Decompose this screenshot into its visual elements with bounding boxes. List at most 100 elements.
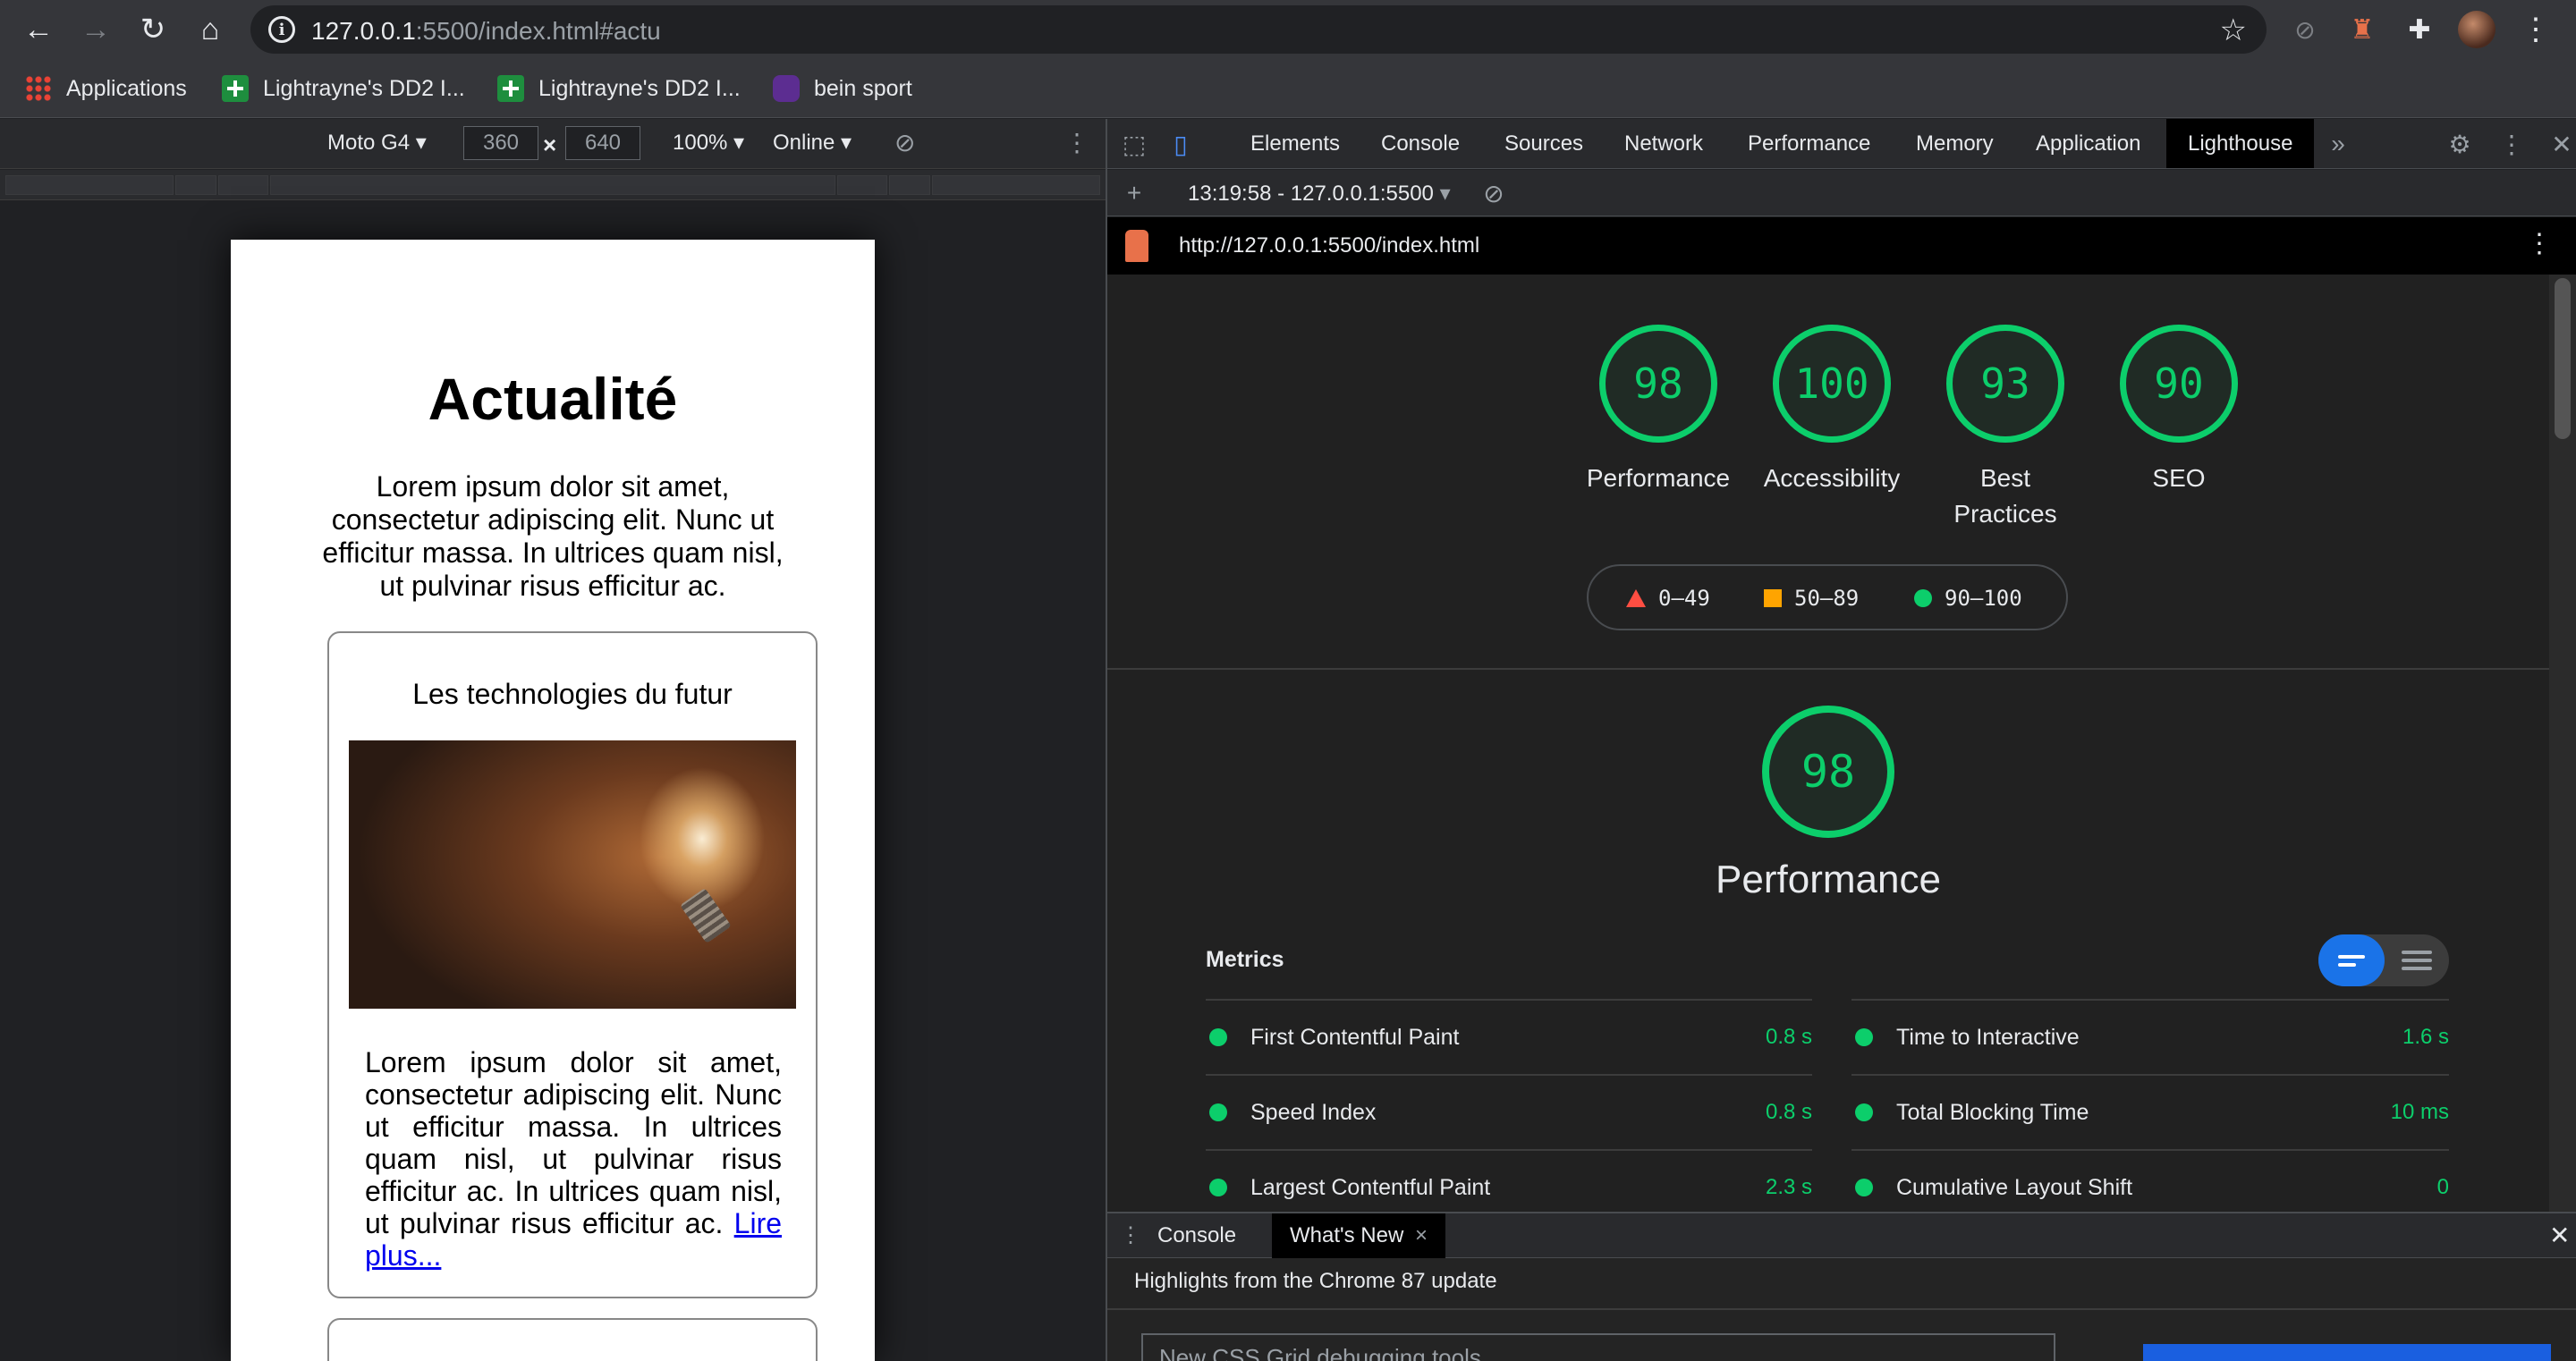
more-tabs-chevron-icon[interactable]: » <box>2322 128 2354 160</box>
score-performance[interactable]: 98 Performance <box>1569 325 1748 496</box>
pass-circle-icon <box>1914 589 1932 607</box>
extensions-puzzle-icon[interactable]: ✚ <box>2397 7 2442 52</box>
expanded-view-icon[interactable] <box>2385 934 2449 986</box>
tab-lighthouse[interactable]: Lighthouse <box>2166 119 2315 168</box>
report-url[interactable]: http://127.0.0.1:5500/index.html <box>1179 233 1479 258</box>
zoom-select[interactable]: 100% ▾ <box>673 130 744 156</box>
device-toolbar: Moto G4 ▾ 360 × 640 100% ▾ Online ▾ ⊘ ⋮ <box>0 119 1106 169</box>
metrics-left-column: First Contentful Paint 0.8 s Speed Index… <box>1206 999 1812 1212</box>
browser-toolbar: ← → ↻ ⌂ i 127.0.0.1:5500/index.html#actu… <box>0 0 2576 59</box>
close-drawer-icon[interactable]: ✕ <box>2531 1213 2576 1258</box>
close-tab-icon[interactable]: × <box>1415 1223 1428 1247</box>
pass-circle-icon <box>1209 1028 1227 1046</box>
bein-logo-icon <box>773 75 800 102</box>
extension-sync-icon[interactable]: ⊘ <box>2283 7 2327 52</box>
report-select[interactable]: 13:19:58 - 127.0.0.1:5500 ▾ <box>1188 181 1451 207</box>
lightbulb-image <box>349 740 796 1009</box>
tab-sources[interactable]: Sources <box>1483 119 1605 168</box>
profile-avatar[interactable] <box>2458 11 2496 48</box>
bulb-socket <box>680 887 732 944</box>
address-url[interactable]: 127.0.0.1:5500/index.html#actu <box>311 17 661 46</box>
network-throttle-select[interactable]: Online ▾ <box>773 130 852 156</box>
bookmark-applications[interactable]: Applications <box>25 72 187 106</box>
legend-pass: 90–100 <box>1914 586 2022 611</box>
tab-application[interactable]: Application <box>2014 119 2162 168</box>
metric-row: Total Blocking Time 10 ms <box>1852 1074 2449 1149</box>
page-title: Actualité <box>428 366 678 432</box>
score-best-practices[interactable]: 93 Best Practices <box>1916 325 2095 532</box>
device-more-icon[interactable]: ⋮ <box>1064 128 1089 157</box>
page-intro: Lorem ipsum dolor sit amet, consectetur … <box>322 470 784 602</box>
score-accessibility[interactable]: 100 Accessibility <box>1742 325 1921 496</box>
score-gauge: 98 <box>1599 325 1717 443</box>
legend-fail: 0–49 <box>1626 586 1710 611</box>
metric-row: Largest Contentful Paint 2.3 s <box>1206 1149 1812 1212</box>
report-menu-icon[interactable]: ⋮ <box>2526 228 2553 259</box>
device-toggle-icon[interactable]: ▯ <box>1165 128 1197 160</box>
tab-network[interactable]: Network <box>1603 119 1724 168</box>
forward-arrow-icon[interactable]: → <box>73 7 118 52</box>
score-gauge: 100 <box>1773 325 1891 443</box>
devtools-menu-icon[interactable]: ⋮ <box>2496 128 2528 160</box>
viewport-height-input[interactable]: 640 <box>565 126 640 160</box>
news-card-2 <box>327 1318 818 1361</box>
pass-circle-icon <box>1855 1028 1873 1046</box>
score-label: SEO <box>2152 464 2206 492</box>
site-info-icon[interactable]: i <box>268 16 295 43</box>
bookmark-bein-sport[interactable]: bein sport <box>773 72 912 106</box>
drawer-divider <box>1107 1308 2576 1310</box>
metric-row: First Contentful Paint 0.8 s <box>1206 999 1812 1074</box>
metric-row: Speed Index 0.8 s <box>1206 1074 1812 1149</box>
tab-performance[interactable]: Performance <box>1726 119 1892 168</box>
score-legend: 0–49 50–89 90–100 <box>1587 564 2068 630</box>
inspect-element-icon[interactable]: ⬚ <box>1118 128 1150 160</box>
rotate-icon[interactable]: ⊘ <box>894 128 915 157</box>
new-report-plus-icon[interactable]: + <box>1118 177 1150 209</box>
score-label: Accessibility <box>1763 464 1901 492</box>
reload-icon[interactable]: ↻ <box>131 7 175 52</box>
chrome-menu-icon[interactable]: ⋮ <box>2513 7 2558 52</box>
media-query-bar[interactable] <box>0 170 1106 200</box>
device-select[interactable]: Moto G4 ▾ <box>327 130 427 156</box>
back-arrow-icon[interactable]: ← <box>16 7 61 52</box>
whats-new-panel: Highlights from the Chrome 87 update New… <box>1107 1258 2576 1361</box>
legend-average: 50–89 <box>1764 586 1859 611</box>
drawer-tab-whats-new[interactable]: What's New × <box>1272 1213 1445 1258</box>
dimension-times: × <box>543 131 557 158</box>
tab-elements[interactable]: Elements <box>1229 119 1361 168</box>
bookmark-star-icon[interactable]: ☆ <box>2220 13 2247 48</box>
score-seo[interactable]: 90 SEO <box>2089 325 2268 496</box>
drawer-tab-console[interactable]: Console <box>1140 1213 1254 1258</box>
viewport-width-input[interactable]: 360 <box>463 126 538 160</box>
score-label: Best Practices <box>1953 464 2057 528</box>
card-title: Les technologies du futur <box>412 678 733 710</box>
news-card: Les technologies du futur Lorem ipsum do… <box>327 631 818 1298</box>
lighthouse-extension-icon[interactable]: ♜ <box>2340 7 2385 52</box>
pass-circle-icon <box>1209 1103 1227 1121</box>
devtools-tabbar: ⬚ ▯ Elements Console Sources Network Per… <box>1107 119 2576 169</box>
bookmark-dd2-2[interactable]: Lightrayne's DD2 I... <box>497 72 741 106</box>
scroll-thumb[interactable] <box>2555 278 2571 439</box>
lighthouse-url-bar: http://127.0.0.1:5500/index.html ⋮ <box>1107 217 2576 275</box>
clear-reports-icon[interactable]: ⊘ <box>1478 177 1510 209</box>
close-devtools-icon[interactable]: ✕ <box>2546 128 2576 160</box>
report-scrollbar[interactable] <box>2549 275 2576 1212</box>
score-label: Performance <box>1586 464 1731 492</box>
pass-circle-icon <box>1855 1103 1873 1121</box>
bookmarks-bar: Applications Lightrayne's DD2 I... Light… <box>0 59 2576 118</box>
settings-gear-icon[interactable]: ⚙ <box>2444 128 2476 160</box>
tab-console[interactable]: Console <box>1360 119 1481 168</box>
score-gauge: 93 <box>1946 325 2064 443</box>
metrics-view-toggle[interactable] <box>2318 934 2449 986</box>
fail-triangle-icon <box>1626 589 1646 607</box>
address-bar[interactable]: i 127.0.0.1:5500/index.html#actu ☆ <box>250 5 2267 54</box>
score-gauge: 90 <box>2120 325 2238 443</box>
highlights-heading: Highlights from the Chrome 87 update <box>1134 1269 1497 1293</box>
whats-new-card[interactable]: New CSS Grid debugging tools <box>1141 1333 2055 1361</box>
lighthouse-toolbar: + 13:19:58 - 127.0.0.1:5500 ▾ ⊘ <box>1107 170 2576 216</box>
compact-view-icon[interactable] <box>2318 934 2385 986</box>
bookmark-dd2-1[interactable]: Lightrayne's DD2 I... <box>222 72 465 106</box>
home-icon[interactable]: ⌂ <box>188 7 233 52</box>
performance-gauge: 98 <box>1762 706 1894 838</box>
tab-memory[interactable]: Memory <box>1894 119 2015 168</box>
